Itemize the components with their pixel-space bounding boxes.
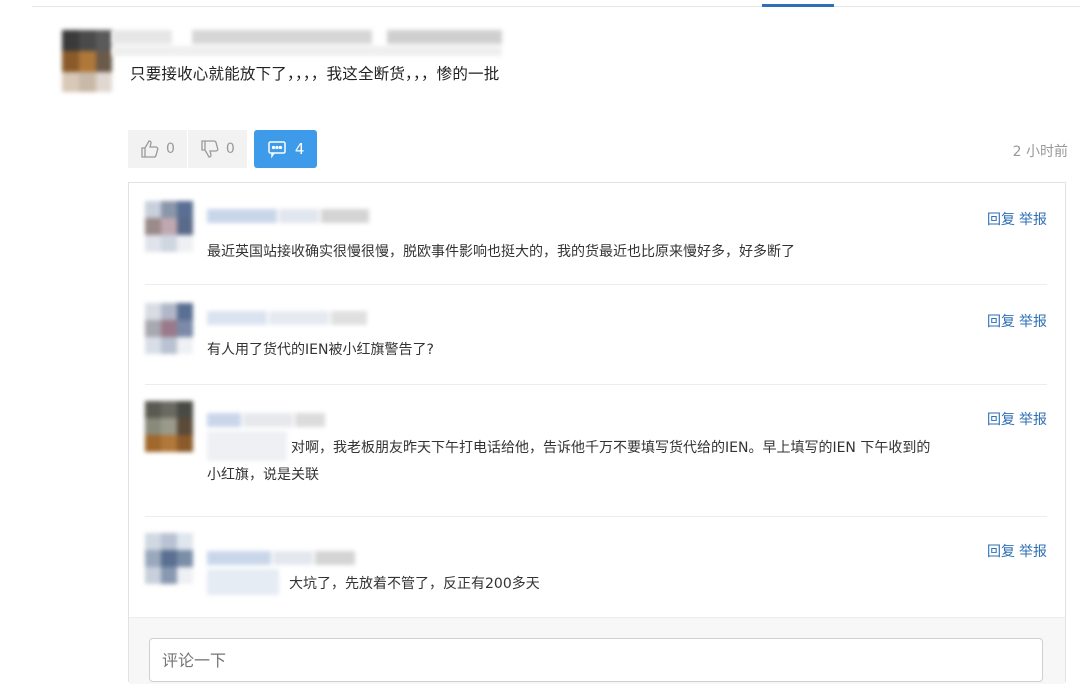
comment-actions: 回复 举报 [987,209,1047,229]
thumbs-up-icon [141,140,159,158]
reply-link[interactable]: 回复 [987,209,1015,229]
like-count: 0 [166,141,175,157]
commenter-avatar[interactable] [145,201,193,252]
comment-count: 4 [294,140,305,158]
post-action-bar: 0 0 4 [128,130,318,168]
post-author-avatar[interactable] [62,30,112,92]
commenter-name[interactable] [207,307,377,339]
like-button[interactable]: 0 [128,130,188,168]
active-tab-indicator [762,4,834,7]
report-link[interactable]: 举报 [1019,409,1047,429]
commenter-avatar[interactable] [145,303,193,354]
reply-link[interactable]: 回复 [987,311,1015,331]
comment-item: 回复 举报 对啊，我老板朋友昨天下午打电话给他，告诉他千万不要填写货代给的IEN… [145,401,1047,517]
dislike-button[interactable]: 0 [187,130,248,168]
comment-text-line1: 对啊，我老板朋友昨天下午打电话给他，告诉他千万不要填写货代给的IEN。早上填写的… [291,440,931,456]
commenter-name[interactable] [207,205,377,237]
comment-text-line2: 小红旗，说是关联 [207,467,319,483]
commenter-avatar[interactable] [145,533,193,584]
commenter-name[interactable] [207,405,377,461]
comment-actions: 回复 举报 [987,541,1047,561]
comment-actions: 回复 举报 [987,311,1047,331]
comment-item: 回复 举报 最近英国站接收确实很慢很慢，脱欧事件影响也挺大的，我的货最近也比原来… [145,201,1047,285]
report-link[interactable]: 举报 [1019,209,1047,229]
comment-text: 大坑了，先放着不管了，反正有200多天 [289,576,540,592]
reply-link[interactable]: 回复 [987,541,1015,561]
top-divider [32,6,1080,7]
comment-actions: 回复 举报 [987,409,1047,429]
report-link[interactable]: 举报 [1019,311,1047,331]
comment-item: 回复 举报 大坑了，先放着不管了，反正有200多天 [145,533,1047,617]
comments-toggle-button[interactable]: 4 [253,130,318,168]
comment-text: 最近英国站接收确实很慢很慢，脱欧事件影响也挺大的，我的货最近也比原来慢好多，好多… [207,244,795,260]
comment-text: 有人用了货代的IEN被小红旗警告了? [207,342,434,358]
comments-panel: 回复 举报 最近英国站接收确实很慢很慢，脱欧事件影响也挺大的，我的货最近也比原来… [128,182,1066,684]
dislike-count: 0 [225,141,235,157]
report-link[interactable]: 举报 [1019,541,1047,561]
post-timestamp: 2 小时前 [1012,144,1068,160]
comment-bubble-icon [268,141,286,159]
comment-input[interactable] [149,638,1043,682]
reply-link[interactable]: 回复 [987,409,1015,429]
commenter-avatar[interactable] [145,401,193,452]
post-content: 只要接收心就能放下了，，，，我这全断货，，，惨的一批 [130,65,500,83]
commenter-name[interactable] [207,537,377,595]
thumbs-down-icon [201,140,219,158]
comment-input-area [129,617,1065,684]
comment-item: 回复 举报 有人用了货代的IEN被小红旗警告了? [145,303,1047,385]
